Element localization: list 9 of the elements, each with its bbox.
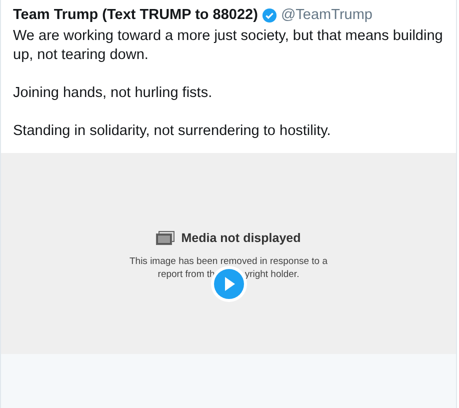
media-message: This image has been removed in response to a (129, 254, 328, 268)
media-message: yright holder. (244, 268, 300, 280)
tweet-text: Standing in solidarity, not surrendering to hostility. (13, 122, 332, 141)
account-handle[interactable]: @TeamTrump (280, 7, 372, 23)
tweet-text: We are working toward a more just society, but that means building up, not tearing down. (13, 27, 444, 65)
media-title: Media not displayed (181, 230, 301, 244)
image-icon (156, 230, 176, 244)
tweet-text: Joining hands, not hurling fists. (13, 84, 214, 103)
account-name[interactable]: Team Trump (Text TRUMP to 88022) (13, 7, 258, 23)
